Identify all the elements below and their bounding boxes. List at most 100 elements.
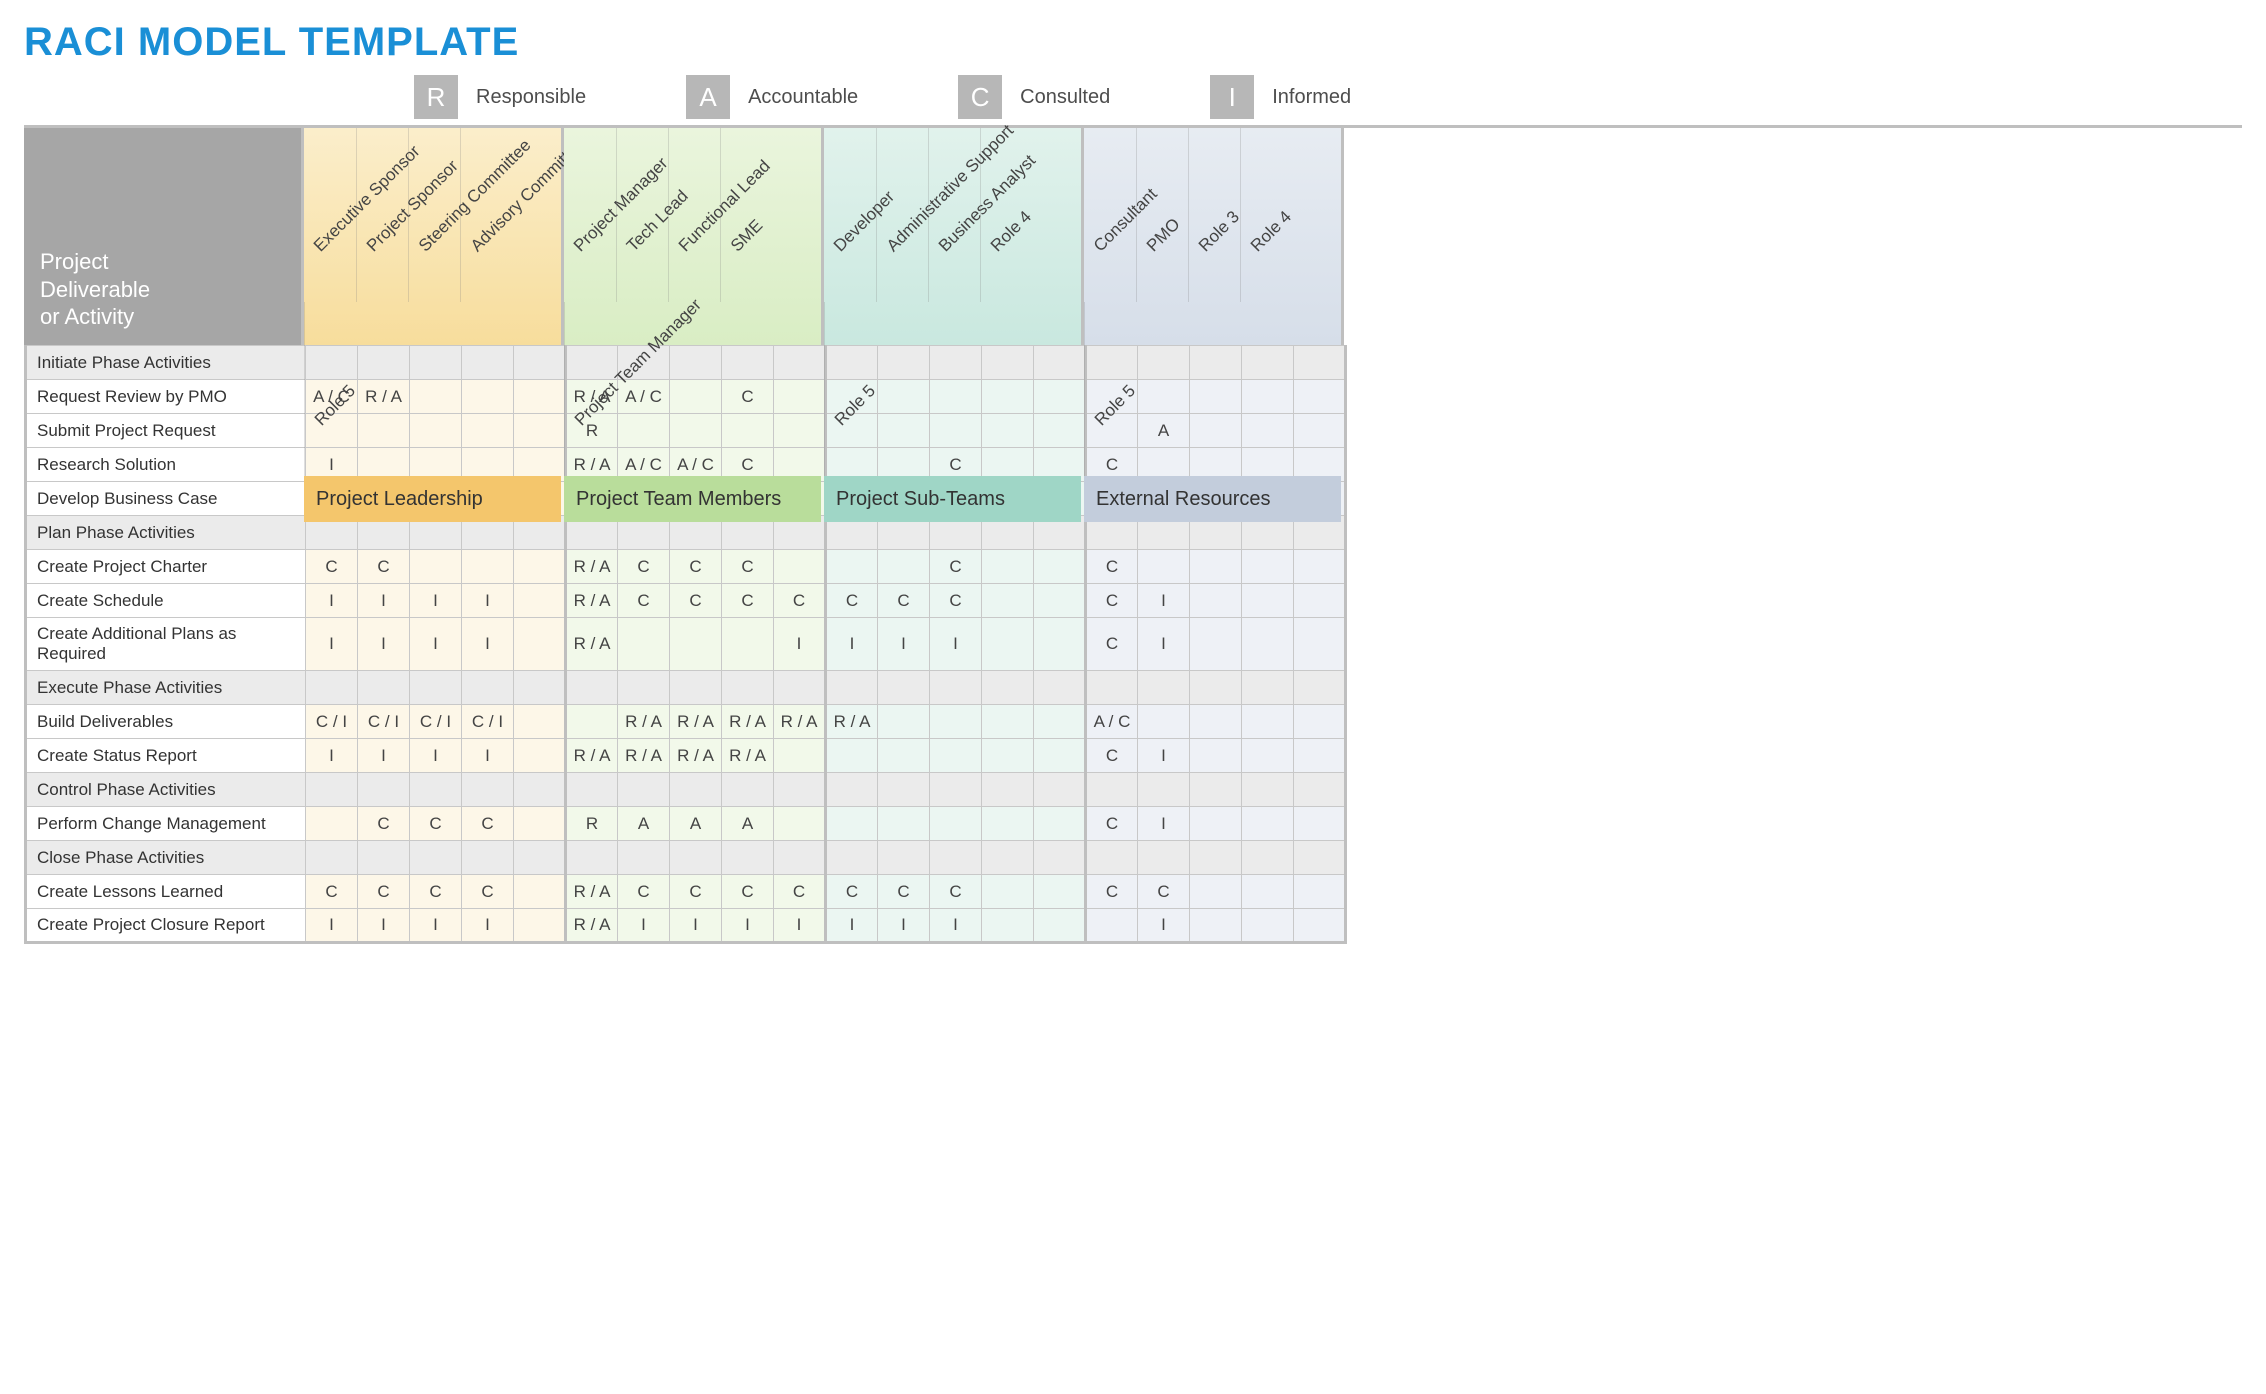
row-label: Close Phase Activities: [26, 841, 306, 875]
raci-cell: C: [1086, 584, 1138, 618]
role-label: Role 5: [831, 381, 880, 430]
activity-row: Create Additional Plans as RequiredIIIIR…: [26, 618, 1346, 671]
raci-cell: [358, 414, 410, 448]
raci-cell: [514, 705, 566, 739]
raci-cell: [930, 807, 982, 841]
raci-cell: [514, 414, 566, 448]
legend-label: Accountable: [748, 86, 858, 109]
raci-cell: [774, 346, 826, 380]
row-label: Create Schedule: [26, 584, 306, 618]
raci-cell: [1294, 909, 1346, 943]
raci-cell: [878, 739, 930, 773]
raci-cell: [1294, 841, 1346, 875]
raci-cell: [1242, 671, 1294, 705]
raci-cell: R / A: [566, 739, 618, 773]
raci-cell: [982, 671, 1034, 705]
raci-cell: [774, 841, 826, 875]
raci-cell: [1034, 773, 1086, 807]
raci-cell: [826, 773, 878, 807]
group-label: External Resources: [1084, 476, 1341, 522]
raci-cell: A / C: [1086, 705, 1138, 739]
raci-cell: [1034, 550, 1086, 584]
raci-cell: [1242, 346, 1294, 380]
raci-cell: [1294, 705, 1346, 739]
raci-cell: [1190, 739, 1242, 773]
raci-cell: C: [410, 875, 462, 909]
raci-cell: R / A: [774, 705, 826, 739]
raci-cell: C: [1086, 807, 1138, 841]
raci-cell: [1034, 739, 1086, 773]
raci-cell: [982, 550, 1034, 584]
raci-cell: C: [618, 875, 670, 909]
role-label: Role 5: [311, 381, 360, 430]
role-header: Functional Lead: [668, 128, 720, 302]
legend-item-c: C Consulted: [958, 75, 1110, 119]
group-header: ConsultantPMORole 3Role 4Role 5External …: [1084, 128, 1344, 345]
raci-cell: [1242, 380, 1294, 414]
raci-cell: C / I: [462, 705, 514, 739]
raci-cell: I: [306, 584, 358, 618]
raci-cell: I: [1138, 739, 1190, 773]
role-header: Project Team Manager: [564, 302, 616, 476]
row-label: Create Status Report: [26, 739, 306, 773]
raci-cell: R / A: [566, 584, 618, 618]
raci-cell: [982, 380, 1034, 414]
raci-cell: [618, 414, 670, 448]
row-label: Create Project Closure Report: [26, 909, 306, 943]
raci-cell: [1190, 807, 1242, 841]
raci-cell: C: [722, 584, 774, 618]
raci-cell: [982, 875, 1034, 909]
raci-cell: [1190, 773, 1242, 807]
role-header: Role 5: [824, 302, 876, 476]
row-label: Execute Phase Activities: [26, 671, 306, 705]
raci-cell: I: [930, 909, 982, 943]
raci-cell: [878, 346, 930, 380]
row-label: Research Solution: [26, 448, 306, 482]
legend-label: Consulted: [1020, 86, 1110, 109]
role-header: Tech Lead: [616, 128, 668, 302]
row-label: Create Project Charter: [26, 550, 306, 584]
raci-cell: [1190, 618, 1242, 671]
role-header: PMO: [1136, 128, 1188, 302]
raci-cell: [1190, 705, 1242, 739]
legend-label: Responsible: [476, 86, 586, 109]
raci-cell: C: [826, 875, 878, 909]
raci-cell: [878, 380, 930, 414]
group-label: Project Sub-Teams: [824, 476, 1081, 522]
raci-cell: [1034, 380, 1086, 414]
role-header: Project Sponsor: [356, 128, 408, 302]
raci-body-table: Initiate Phase ActivitiesRequest Review …: [24, 345, 1347, 944]
raci-cell: [982, 841, 1034, 875]
role-header: Administrative Support: [876, 128, 928, 302]
raci-cell: A: [722, 807, 774, 841]
role-header: Steering Committee: [408, 128, 460, 302]
raci-cell: I: [462, 739, 514, 773]
raci-cell: [1242, 773, 1294, 807]
raci-cell: C: [670, 584, 722, 618]
raci-cell: I: [670, 909, 722, 943]
activity-row: Request Review by PMOA / CR / AR / AA / …: [26, 380, 1346, 414]
raci-cell: [1294, 875, 1346, 909]
legend-box: C: [958, 75, 1002, 119]
raci-cell: I: [358, 618, 410, 671]
raci-cell: C / I: [306, 705, 358, 739]
raci-cell: [1242, 584, 1294, 618]
group-label: Project Leadership: [304, 476, 561, 522]
raci-cell: C: [358, 875, 410, 909]
raci-cell: R / A: [670, 739, 722, 773]
raci-cell: C: [774, 584, 826, 618]
raci-cell: [618, 671, 670, 705]
role-header: Business Analyst: [928, 128, 980, 302]
group-header: Project ManagerTech LeadFunctional LeadS…: [564, 128, 824, 345]
raci-cell: [982, 909, 1034, 943]
raci-cell: [826, 739, 878, 773]
raci-cell: [878, 671, 930, 705]
raci-cell: C: [410, 807, 462, 841]
raci-cell: [514, 550, 566, 584]
raci-cell: [982, 584, 1034, 618]
raci-cell: I: [1138, 807, 1190, 841]
raci-cell: [1034, 875, 1086, 909]
raci-cell: [1034, 618, 1086, 671]
raci-cell: [878, 773, 930, 807]
raci-cell: C: [618, 584, 670, 618]
